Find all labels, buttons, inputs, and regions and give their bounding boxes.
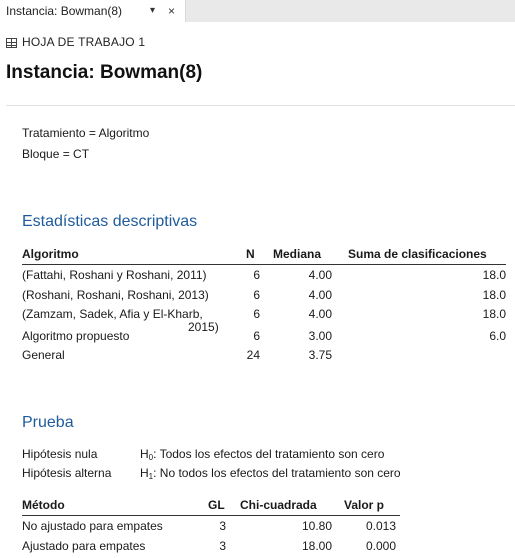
table-cell-algoritmo: (Fattahi, Roshani y Roshani, 2011): [22, 268, 207, 282]
table-cell-metodo: Ajustado para empates: [22, 539, 146, 553]
null-hypothesis-label: Hipótesis nula: [22, 447, 98, 461]
alt-hypothesis-text: H1: No todos los efectos del tratamiento…: [140, 466, 401, 481]
table-cell-mediana: 4.00: [308, 268, 332, 282]
tab-instancia[interactable]: Instancia: Bowman(8) ▾ ×: [0, 0, 186, 22]
table-cell-gl: 3: [219, 539, 226, 553]
table-cell-n: 6: [253, 288, 260, 302]
col-header-algoritmo: Algoritmo: [22, 247, 79, 261]
col-header-n: N: [246, 247, 255, 261]
col-header-mediana: Mediana: [273, 247, 322, 261]
null-hypothesis-statement: : Todos los efectos del tratamiento son …: [153, 447, 385, 461]
table-cell-metodo: No ajustado para empates: [22, 519, 163, 533]
prueba-heading: Prueba: [22, 414, 74, 431]
table-cell-algoritmo-cont: 2015): [188, 320, 219, 334]
table-cell-n: 6: [253, 268, 260, 282]
table-cell-algoritmo: (Zamzam, Sadek, Afia y El-Kharb,: [22, 307, 203, 321]
table-cell-mediana: 4.00: [308, 288, 332, 302]
table-cell-mediana: 3.75: [308, 348, 332, 362]
table-cell-mediana: 3.00: [308, 329, 332, 343]
col-header-suma: Suma de clasificaciones: [348, 247, 487, 261]
null-hypothesis-symbol: H: [140, 447, 149, 461]
table-cell-mediana: 4.00: [308, 307, 332, 321]
tab-bar: Instancia: Bowman(8) ▾ ×: [0, 0, 515, 22]
tratamiento-text: Tratamiento = Algoritmo: [22, 126, 150, 140]
descriptive-heading: Estadísticas descriptivas: [22, 213, 198, 230]
table-cell-algoritmo: (Roshani, Roshani, Roshani, 2013): [22, 288, 209, 302]
col-header-metodo: Método: [22, 498, 65, 512]
alt-hypothesis-symbol: H: [140, 466, 149, 480]
table-cell-n: 6: [253, 307, 260, 321]
table-cell-suma: 18.0: [482, 307, 506, 321]
null-hypothesis-text: H0: Todos los efectos del tratamiento so…: [140, 447, 384, 462]
alt-hypothesis-statement: : No todos los efectos del tratamiento s…: [153, 466, 401, 480]
worksheet-label: HOJA DE TRABAJO 1: [22, 35, 146, 49]
grid-icon: [6, 38, 17, 48]
tab-title: Instancia: Bowman(8): [6, 4, 123, 18]
divider: [6, 105, 515, 106]
page-title: Instancia: Bowman(8): [6, 62, 203, 83]
table-cell-gl: 3: [219, 519, 226, 533]
table-cell-p: 0.000: [365, 539, 396, 553]
chevron-down-icon[interactable]: ▾: [150, 0, 155, 22]
table-cell-suma: 18.0: [482, 288, 506, 302]
table-cell-algoritmo: Algoritmo propuesto: [22, 329, 130, 343]
table-cell-n: 24: [246, 348, 260, 362]
table-cell-chi: 10.80: [301, 519, 332, 533]
table-cell-p: 0.013: [365, 519, 396, 533]
table-cell-chi: 18.00: [301, 539, 332, 553]
table-cell-suma: 18.0: [482, 268, 506, 282]
alt-hypothesis-label: Hipótesis alterna: [22, 466, 112, 480]
table-cell-suma: 6.0: [489, 329, 506, 343]
test-table-header-rule: [22, 515, 400, 516]
table-cell-n: 6: [253, 329, 260, 343]
col-header-chi: Chi-cuadrada: [240, 498, 317, 512]
col-header-gl: GL: [208, 498, 225, 512]
table-header-rule: [22, 264, 506, 265]
table-cell-algoritmo: General: [22, 348, 65, 362]
col-header-p: Valor p: [344, 498, 385, 512]
bloque-text: Bloque = CT: [22, 147, 90, 161]
close-icon[interactable]: ×: [168, 0, 175, 22]
